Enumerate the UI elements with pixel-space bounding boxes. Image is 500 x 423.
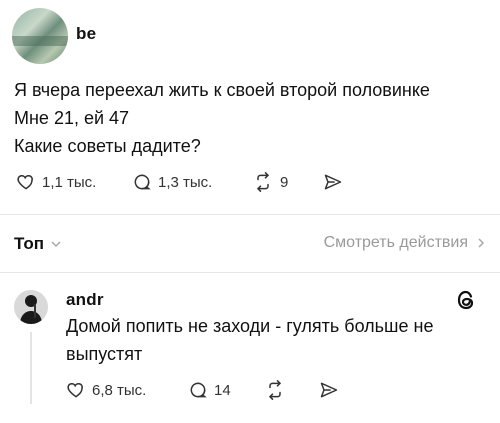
reply-share-button[interactable] (318, 380, 340, 400)
post-comment-button[interactable]: 1,3 тыс. (132, 172, 212, 192)
reply-comment-count: 14 (214, 381, 231, 399)
reply-body: Домой попить не заходи - гулять больше н… (66, 312, 486, 368)
post-comment-count: 1,3 тыс. (158, 173, 213, 191)
reply-line-2: выпустят (66, 344, 143, 364)
reply-author-avatar[interactable] (14, 290, 48, 324)
post-author-username[interactable]: be (76, 24, 96, 44)
post-like-button[interactable]: 1,1 тыс. (16, 172, 96, 192)
chevron-right-icon (478, 238, 485, 248)
post-line-2: Мне 21, ей 47 (14, 108, 130, 128)
comment-icon (190, 382, 207, 398)
reply-like-button[interactable]: 6,8 тыс. (66, 380, 146, 400)
view-actions-link[interactable]: Смотреть действия (324, 234, 486, 252)
reply-comment-button[interactable]: 14 (188, 380, 231, 400)
post-like-count: 1,1 тыс. (42, 173, 97, 191)
post-share-button[interactable] (322, 172, 344, 192)
post-line-1: Я вчера переехал жить к своей второй пол… (14, 80, 430, 100)
sort-label: Топ (14, 234, 44, 253)
sort-dropdown[interactable]: Топ (14, 234, 62, 254)
divider (0, 272, 500, 273)
reply-author-username[interactable]: andr (66, 290, 104, 310)
post-line-3: Какие советы дадите? (14, 136, 201, 156)
view-actions-label: Смотреть действия (323, 234, 468, 251)
post-repost-count: 9 (280, 173, 289, 191)
repost-icon (269, 380, 281, 400)
divider (0, 214, 500, 215)
reply-repost-button[interactable] (264, 380, 286, 400)
chevron-down-icon (51, 241, 61, 248)
reply-like-count: 6,8 тыс. (92, 381, 147, 399)
repost-icon (257, 172, 269, 192)
post-body: Я вчера переехал жить к своей второй пол… (14, 76, 494, 160)
heart-icon (67, 382, 83, 398)
post-author-avatar[interactable] (12, 8, 68, 64)
post-repost-button[interactable]: 9 (252, 172, 288, 192)
reply-line-1: Домой попить не заходи - гулять больше н… (66, 316, 434, 336)
heart-icon (17, 174, 33, 190)
send-icon (324, 174, 342, 190)
comment-icon (134, 174, 151, 190)
avatar-figure-icon (14, 290, 48, 324)
thread-line (30, 332, 32, 404)
send-icon (320, 382, 338, 398)
